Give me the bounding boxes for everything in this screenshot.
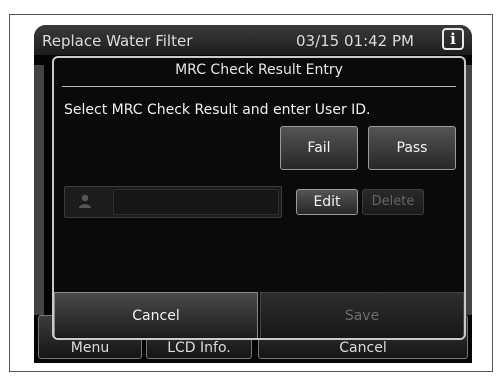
instruction-text: Select MRC Check Result and enter User I… [64,102,371,118]
fail-button[interactable]: Fail [280,126,358,170]
title-divider [62,86,456,87]
user-icon [79,194,91,208]
info-icon[interactable]: i [442,28,464,50]
mrc-check-dialog: MRC Check Result Entry Select MRC Check … [52,56,466,340]
dialog-footer: Cancel Save [54,292,464,338]
user-id-field[interactable] [113,189,279,215]
dialog-title: MRC Check Result Entry [175,62,343,78]
title-bar: Replace Water Filter 03/15 01:42 PM i [34,25,472,55]
edit-button[interactable]: Edit [296,189,358,215]
screen-title: Replace Water Filter [42,32,193,50]
cancel-button[interactable]: Cancel [54,292,258,338]
user-id-row [64,186,282,218]
background-panel-left [34,65,44,315]
save-button[interactable]: Save [260,292,464,338]
pass-button[interactable]: Pass [368,126,456,170]
delete-button[interactable]: Delete [362,189,424,215]
user-icon-cell [65,187,109,217]
datetime-display: 03/15 01:42 PM [296,32,414,50]
